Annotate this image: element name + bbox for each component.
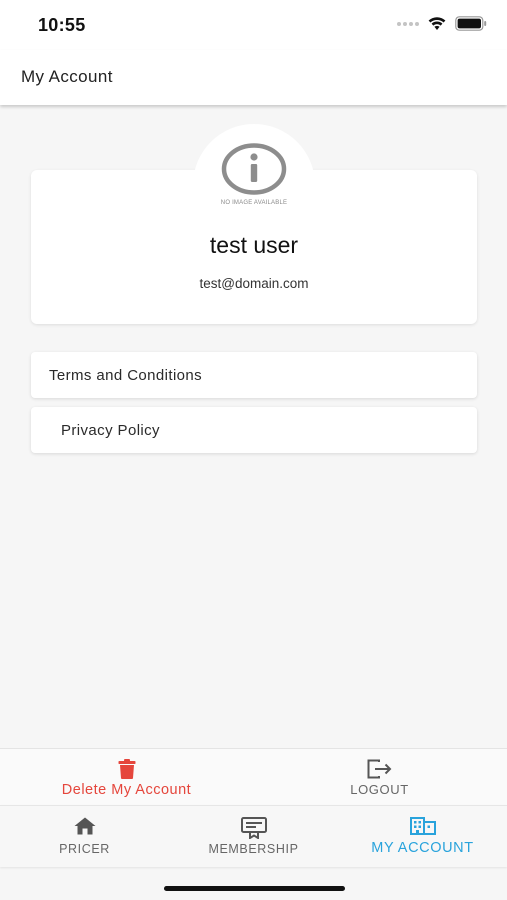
status-time: 10:55 — [38, 15, 86, 35]
status-icons — [397, 16, 487, 31]
building-icon — [409, 817, 436, 840]
card-icon — [240, 817, 267, 844]
logout-icon — [367, 759, 393, 784]
bottom-tab-bar: PRICER MEMBERSHIP MY ACCOUNT — [0, 805, 507, 867]
tab-pricer[interactable]: PRICER — [0, 806, 169, 868]
tab-my-account[interactable]: MY ACCOUNT — [338, 806, 507, 868]
tab-label: PRICER — [59, 842, 110, 856]
logout-label: LOGOUT — [350, 782, 409, 797]
home-indicator[interactable] — [164, 886, 345, 891]
tab-label: MY ACCOUNT — [371, 840, 474, 856]
avatar: NO IMAGE AVAILABLE — [203, 140, 305, 210]
cellular-signal-icon — [397, 21, 419, 26]
delete-account-label: Delete My Account — [61, 782, 192, 798]
tab-membership[interactable]: MEMBERSHIP — [169, 806, 338, 868]
wifi-icon — [428, 17, 446, 30]
logout-button[interactable]: LOGOUT — [253, 749, 506, 806]
menu-item-label: Privacy Policy — [61, 422, 160, 439]
app-header: My Account — [0, 50, 507, 105]
user-name: test user — [209, 232, 299, 258]
status-bar: 10:55 — [0, 0, 507, 50]
user-email: test@domain.com — [199, 276, 309, 291]
delete-account-button[interactable]: Delete My Account — [0, 749, 253, 806]
trash-icon — [118, 759, 136, 784]
menu-item-label: Terms and Conditions — [49, 367, 203, 384]
avatar-caption: NO IMAGE AVAILABLE — [220, 200, 288, 206]
tab-label: MEMBERSHIP — [208, 842, 299, 856]
battery-icon — [455, 16, 487, 31]
account-action-bar: Delete My Account LOGOUT — [0, 748, 507, 805]
terms-and-conditions-item[interactable]: Terms and Conditions — [31, 352, 477, 398]
privacy-policy-item[interactable]: Privacy Policy — [31, 407, 477, 453]
page-title: My Account — [21, 67, 113, 86]
home-icon — [74, 817, 96, 840]
info-icon — [221, 143, 287, 195]
